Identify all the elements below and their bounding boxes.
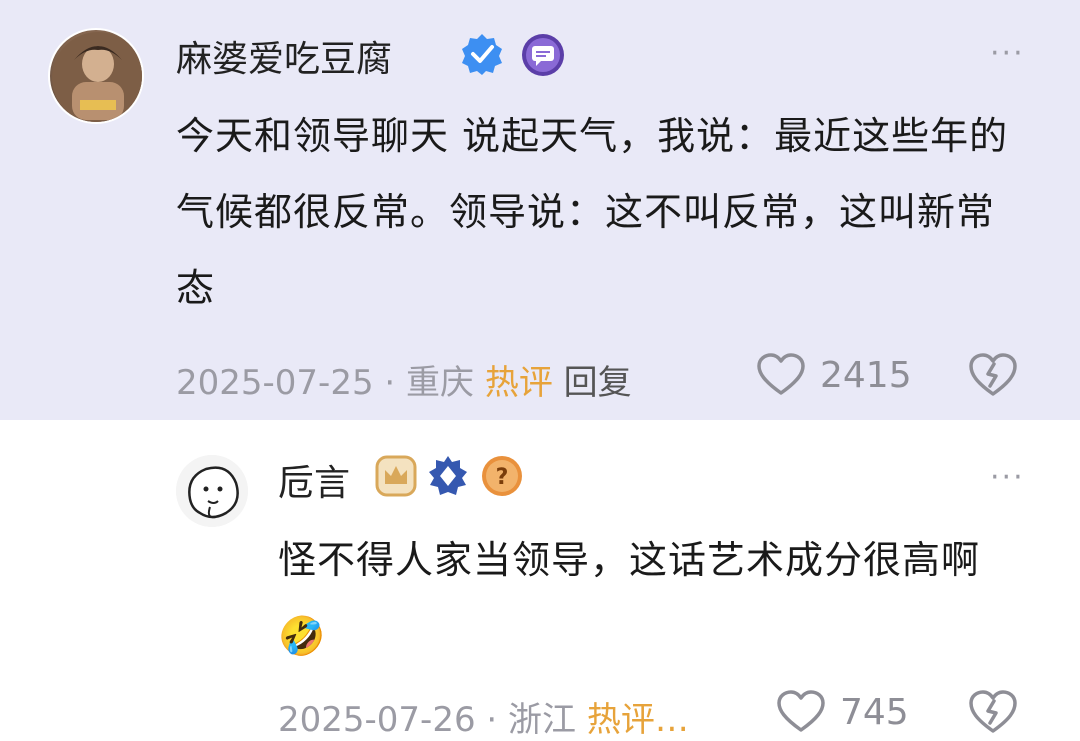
comment-meta: 2025-07-25 · 重庆 热评 回复 bbox=[176, 355, 632, 404]
reply-button[interactable]: 回复 bbox=[564, 363, 632, 403]
separator: · bbox=[486, 700, 498, 740]
avatar-image bbox=[52, 32, 142, 122]
separator: · bbox=[384, 363, 396, 403]
comment-location: 重庆 bbox=[406, 363, 475, 403]
avatar[interactable] bbox=[48, 28, 144, 124]
question-badge-icon: ? bbox=[482, 456, 522, 496]
comment-text: 今天和领导聊天 说起天气，我说：最近这些年的气候都很反常。领导说：这不叫反常，这… bbox=[176, 114, 1009, 310]
verified-check-icon bbox=[462, 34, 502, 75]
broken-heart-icon[interactable] bbox=[968, 689, 1018, 735]
username[interactable]: 麻婆爱吃豆腐 bbox=[176, 30, 392, 82]
comment-main: 麻婆爱吃豆腐 ··· 今天和领导聊天 说起天气，我说：最近这些年的气候都很反常。… bbox=[0, 0, 1080, 420]
comment-meta: 2025-07-26 · 浙江 热评… bbox=[278, 692, 689, 741]
diamond-badge-icon bbox=[429, 456, 467, 495]
hot-comment-badge: 热评 bbox=[484, 363, 553, 403]
comment-date: 2025-07-25 bbox=[176, 363, 374, 403]
svg-text:?: ? bbox=[496, 465, 509, 490]
avatar-image bbox=[176, 455, 248, 527]
more-options-icon[interactable]: ··· bbox=[990, 460, 1025, 495]
comment-text: 怪不得人家当领导，这话艺术成分很高啊 🤣 bbox=[278, 522, 1018, 674]
message-badge-icon bbox=[522, 34, 564, 76]
like-button[interactable]: 2415 bbox=[756, 353, 912, 397]
like-count: 745 bbox=[840, 691, 909, 733]
crown-badge-icon bbox=[375, 455, 417, 497]
like-count: 2415 bbox=[820, 354, 912, 396]
comment-text-content: 怪不得人家当领导，这话艺术成分很高啊 bbox=[278, 538, 981, 582]
comment-date: 2025-07-26 bbox=[278, 700, 476, 740]
broken-heart-icon[interactable] bbox=[968, 352, 1018, 398]
hot-comment-badge: 热评… bbox=[586, 700, 689, 740]
comment-location: 浙江 bbox=[508, 700, 577, 740]
avatar[interactable] bbox=[176, 455, 248, 527]
like-button[interactable]: 745 bbox=[776, 690, 909, 734]
more-options-icon[interactable]: ··· bbox=[990, 36, 1025, 71]
heart-icon bbox=[777, 690, 825, 732]
rolling-laughing-emoji: 🤣 bbox=[278, 614, 327, 658]
username[interactable]: 卮言 bbox=[278, 454, 350, 506]
heart-icon bbox=[757, 353, 805, 395]
